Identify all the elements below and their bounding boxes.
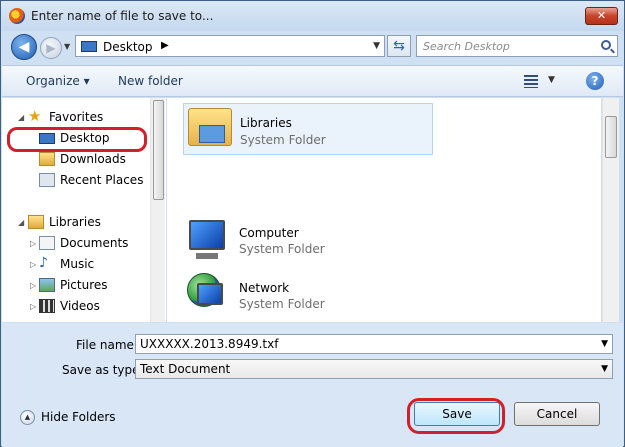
- command-bar: Organize ▾ New folder ▼ ?: [2, 65, 623, 97]
- navigation-bar: ◀ ▶ ▼ Desktop ▶ ▼ ⇆ Search Desktop: [7, 33, 619, 61]
- file-list: Libraries System Folder Computer System …: [167, 98, 601, 322]
- documents-library-icon: [39, 236, 55, 250]
- firefox-icon: [9, 8, 25, 24]
- item-subtitle: System Folder: [240, 133, 326, 147]
- forward-button[interactable]: ▶: [40, 37, 62, 59]
- expand-videos-icon[interactable]: ▷: [30, 302, 36, 311]
- organize-button[interactable]: Organize ▾: [26, 74, 90, 88]
- back-button[interactable]: ◀: [11, 34, 37, 60]
- favorites-star-icon: ★: [28, 107, 42, 125]
- save-type-dropdown-icon[interactable]: ▼: [601, 364, 608, 374]
- new-folder-button[interactable]: New folder: [118, 74, 183, 88]
- address-bar[interactable]: Desktop ▶ ▼: [75, 35, 385, 57]
- recent-pages-dropdown-icon[interactable]: ▼: [64, 42, 70, 51]
- search-input[interactable]: Search Desktop: [416, 35, 618, 57]
- list-item-computer[interactable]: Computer System Folder: [183, 216, 433, 266]
- cancel-button[interactable]: Cancel: [514, 402, 600, 426]
- network-monitor-icon: [197, 283, 223, 305]
- music-library-icon: ♪: [39, 255, 48, 271]
- desktop-highlight-annotation: [7, 127, 147, 152]
- sidebar-scrollbar[interactable]: [150, 98, 165, 322]
- computer-icon: [189, 220, 225, 250]
- save-type-value: Text Document: [140, 362, 231, 376]
- save-highlight-annotation: [407, 398, 505, 434]
- expand-music-icon[interactable]: ▷: [30, 260, 36, 269]
- hide-folders-label: Hide Folders: [41, 410, 116, 424]
- item-title: Network: [239, 281, 290, 295]
- file-list-scroll-thumb[interactable]: [605, 116, 617, 158]
- view-options-icon[interactable]: [524, 75, 538, 88]
- item-subtitle: System Folder: [239, 297, 325, 311]
- item-title: Computer: [239, 226, 299, 240]
- list-item-network[interactable]: Network System Folder: [183, 271, 433, 321]
- libraries-collapse-icon[interactable]: ◢: [18, 218, 24, 227]
- recent-places-icon: [39, 173, 55, 187]
- save-type-label: Save as type:: [62, 363, 144, 377]
- libraries-icon: [28, 215, 44, 229]
- view-dropdown-icon[interactable]: ▼: [548, 75, 555, 85]
- close-button[interactable]: ✕: [585, 7, 618, 25]
- save-type-select[interactable]: Text Document ▼: [135, 359, 613, 379]
- expand-pictures-icon[interactable]: ▷: [30, 281, 36, 290]
- list-item-libraries[interactable]: Libraries System Folder: [183, 103, 433, 155]
- videos-library-icon: [39, 299, 55, 313]
- collapse-icon: ▲: [20, 410, 35, 425]
- save-dialog: Enter name of file to save to... ✕ ◀ ▶ ▼…: [0, 0, 625, 447]
- breadcrumb-arrow-icon[interactable]: ▶: [161, 40, 169, 51]
- refresh-button[interactable]: ⇆: [387, 35, 411, 57]
- favorites-collapse-icon[interactable]: ◢: [18, 113, 24, 122]
- address-dropdown-icon[interactable]: ▼: [373, 41, 380, 51]
- search-icon: [601, 40, 611, 50]
- address-text: Desktop: [103, 40, 153, 54]
- item-title: Libraries: [240, 116, 292, 130]
- desktop-icon: [81, 41, 97, 52]
- downloads-folder-icon: [39, 152, 55, 166]
- pictures-library-icon: [39, 278, 55, 292]
- expand-documents-icon[interactable]: ▷: [30, 239, 36, 248]
- item-subtitle: System Folder: [239, 242, 325, 256]
- libraries-folder-icon: [188, 108, 232, 146]
- window-title: Enter name of file to save to...: [31, 9, 214, 23]
- computer-stand-icon: [196, 253, 218, 259]
- file-name-dropdown-icon[interactable]: ▼: [601, 339, 608, 349]
- help-icon[interactable]: ?: [586, 72, 604, 90]
- title-bar: Enter name of file to save to... ✕: [1, 1, 624, 31]
- save-form: File name: UXXXXX.2013.8949.txf ▼ Save a…: [2, 323, 623, 447]
- file-list-scrollbar[interactable]: [602, 98, 619, 322]
- file-name-field[interactable]: UXXXXX.2013.8949.txf ▼: [135, 334, 613, 354]
- sidebar-scroll-thumb[interactable]: [153, 100, 164, 200]
- search-placeholder: Search Desktop: [423, 40, 510, 53]
- file-name-label: File name:: [76, 338, 138, 352]
- file-name-value: UXXXXX.2013.8949.txf: [140, 337, 279, 351]
